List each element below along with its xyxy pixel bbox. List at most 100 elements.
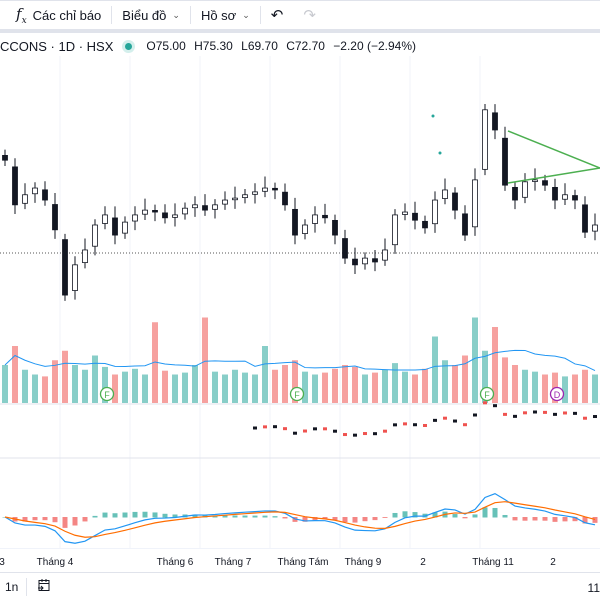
candle-body: [552, 186, 558, 201]
macd-histogram-bar: [72, 517, 78, 526]
volume-bar: [162, 370, 168, 403]
time-axis-label: Tháng 4: [36, 557, 74, 568]
volume-bar: [2, 365, 8, 403]
volume-bar: [32, 374, 38, 403]
candle-body: [152, 210, 158, 213]
volume-bar: [172, 374, 178, 403]
indicator-mark: [543, 410, 547, 414]
calendar-goto-icon[interactable]: [37, 578, 51, 595]
indicators-label: Các chỉ báo: [32, 7, 102, 23]
time-axis-label: Tháng 9: [344, 557, 382, 568]
macd-histogram-bar: [82, 517, 88, 522]
price-chart[interactable]: FFFD: [0, 56, 600, 548]
volume-bar: [322, 372, 328, 403]
volume-bar: [312, 374, 318, 403]
time-axis: 3 Tháng 4 Tháng 6 Tháng 7 Tháng Tám Tháng 9 2 T…: [0, 548, 600, 572]
candle-body: [582, 204, 588, 233]
volume-bar: [562, 376, 568, 403]
candle-body: [372, 258, 378, 263]
indicator-mark: [533, 410, 537, 414]
candle-body: [262, 187, 268, 192]
macd-histogram-bar: [142, 511, 148, 518]
chart-menu-button[interactable]: Biểu đồ ⌄: [112, 1, 190, 29]
redo-button[interactable]: ↷: [293, 1, 326, 29]
indicator-mark: [443, 416, 447, 420]
candle-body: [522, 181, 528, 198]
volume-bar: [142, 374, 148, 403]
volume-bar: [402, 371, 408, 403]
volume-bar: [112, 374, 118, 403]
volume-bar: [422, 368, 428, 403]
bottom-toolbar: 1n 11: [0, 572, 600, 600]
macd-histogram-bar: [522, 517, 528, 521]
indicator-mark: [583, 416, 587, 420]
indicator-mark: [563, 411, 567, 415]
macd-histogram-bar: [132, 511, 138, 518]
candle-body: [492, 112, 498, 131]
candle-body: [142, 209, 148, 215]
volume-bar: [242, 372, 248, 403]
candle-body: [332, 219, 338, 236]
candle-body: [562, 194, 568, 200]
macd-histogram-bar: [152, 512, 158, 518]
indicator-mark: [353, 433, 357, 437]
candle-body: [362, 257, 368, 265]
candle-body: [32, 187, 38, 195]
chevron-down-icon: ⌄: [172, 9, 180, 20]
macd-histogram-bar: [342, 517, 348, 523]
candle-body: [122, 221, 128, 234]
indicator-mark: [273, 425, 277, 429]
macd-histogram-bar: [272, 516, 278, 518]
candle-body: [422, 220, 428, 229]
time-label: 11: [587, 581, 600, 595]
volume-bar: [262, 346, 268, 403]
volume-bar: [352, 366, 358, 403]
indicator-mark: [453, 419, 457, 423]
volume-bar: [212, 371, 218, 403]
indicator-mark: [553, 412, 557, 416]
profile-menu-button[interactable]: Hồ sơ ⌄: [191, 1, 260, 29]
top-toolbar: fx Các chỉ báo Biểu đồ ⌄ Hồ sơ ⌄ ↶ ↷: [0, 0, 600, 33]
candle-body: [302, 224, 308, 234]
high-value: H75.30: [194, 39, 233, 53]
time-axis-label: 3: [0, 557, 5, 568]
macd-histogram-bar: [112, 513, 118, 518]
macd-histogram-bar: [92, 515, 98, 518]
candle-body: [592, 224, 598, 232]
indicator-mark: [283, 427, 287, 431]
candle-body: [2, 155, 8, 161]
candle-body: [52, 204, 58, 231]
undo-button[interactable]: ↶: [261, 1, 294, 29]
candle-body: [72, 264, 78, 291]
volume-bar: [412, 374, 418, 403]
macd-histogram-bar: [282, 517, 288, 519]
macd-histogram-bar: [42, 517, 48, 521]
macd-histogram-bar: [472, 514, 478, 518]
low-value: L69.70: [241, 39, 278, 53]
indicator-mark: [473, 413, 477, 417]
candle-body: [352, 258, 358, 266]
volume-bar: [252, 374, 258, 403]
range-1y-button[interactable]: 1n: [0, 577, 28, 596]
macd-histogram-bar: [562, 517, 568, 522]
volume-bar: [92, 355, 98, 403]
macd-histogram-bar: [392, 512, 398, 518]
macd-histogram-bar: [502, 514, 508, 518]
indicator-mark: [263, 425, 267, 429]
macd-histogram-bar: [452, 514, 458, 518]
fx-icon: fx: [16, 4, 27, 26]
trendline: [507, 130, 600, 169]
candle-body: [412, 212, 418, 221]
macd-histogram-bar: [122, 512, 128, 518]
macd-histogram-bar: [592, 517, 598, 523]
volume-bar: [272, 369, 278, 403]
indicator-mark: [313, 427, 317, 431]
candle-body: [242, 194, 248, 199]
indicators-button[interactable]: fx Các chỉ báo: [0, 1, 111, 29]
candle-body: [272, 187, 278, 191]
candle-body: [232, 197, 238, 201]
symbol-title[interactable]: CCONS · 1D · HSX: [0, 39, 113, 54]
indicator-mark: [333, 429, 337, 433]
volume-bar: [52, 360, 58, 403]
event-marker-label: D: [554, 390, 561, 400]
